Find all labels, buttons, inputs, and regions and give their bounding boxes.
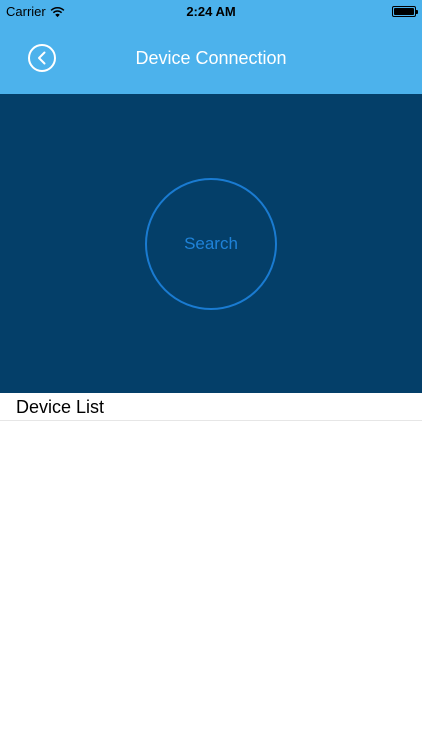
search-button[interactable]: Search (145, 178, 277, 310)
battery-level (394, 8, 414, 15)
search-button-label: Search (184, 234, 238, 253)
device-list (0, 421, 422, 750)
search-panel: Search (0, 94, 422, 393)
page-title: Device Connection (135, 48, 287, 68)
device-list-header: Device List (0, 393, 422, 421)
status-time: 2:24 AM (186, 4, 236, 19)
navigation-bar: Device Connection (0, 24, 422, 94)
status-bar: Carrier 2:24 AM (0, 0, 422, 24)
device-list-title: Device List (16, 397, 105, 417)
top-area: Carrier 2:24 AM Device Connection (0, 0, 422, 94)
battery-icon (392, 6, 418, 17)
battery-nub (416, 10, 418, 14)
